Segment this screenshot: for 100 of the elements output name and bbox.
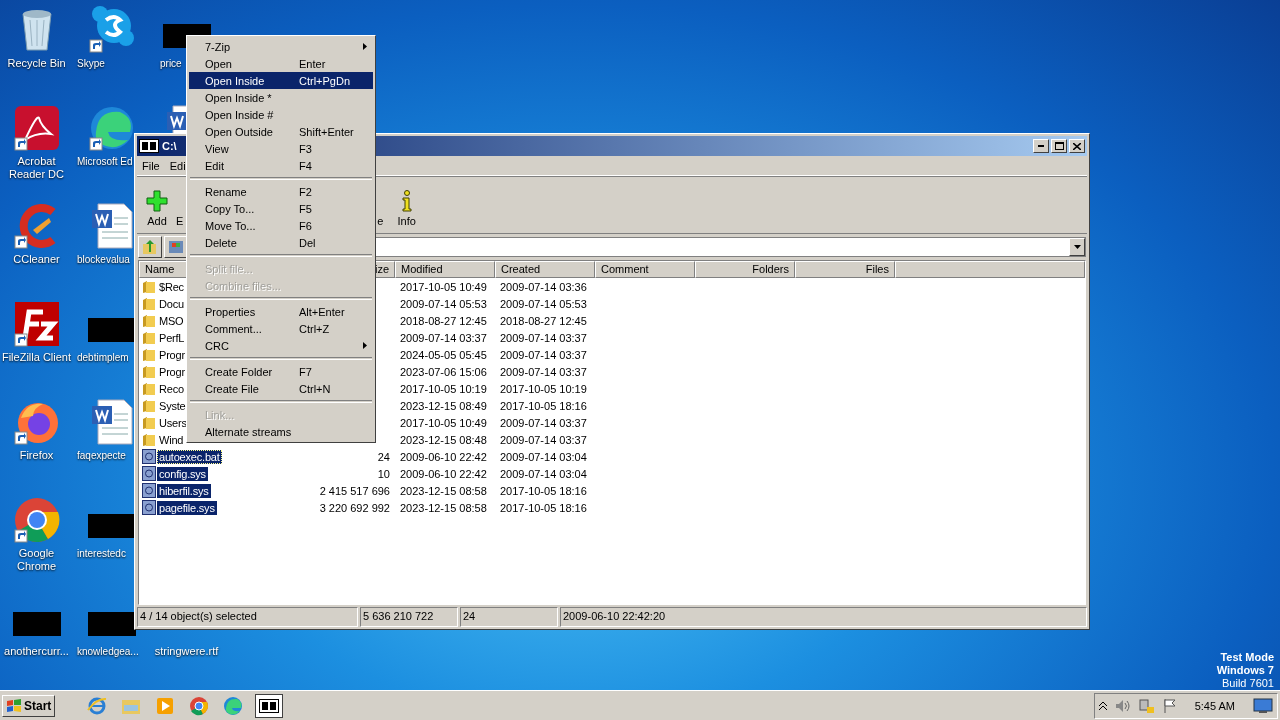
file-name[interactable]: $Rec <box>157 279 186 294</box>
archive-app-icon[interactable] <box>139 139 159 153</box>
file-name[interactable]: MSO <box>157 313 186 328</box>
menu-item[interactable]: Open Outside Shift+Enter <box>189 123 373 140</box>
close-button[interactable] <box>1069 139 1085 153</box>
desktop-icon-label[interactable]: anothercurr... <box>4 645 69 658</box>
desktop-icon-label[interactable]: Recycle Bin <box>7 57 66 70</box>
file-name[interactable]: Progr <box>157 364 187 379</box>
desktop-icon-label[interactable]: Acrobat Reader DC <box>0 155 74 181</box>
system-watermark-text: Build 7601 <box>1222 677 1274 690</box>
size-cell-text: 24 <box>376 450 391 463</box>
file-name[interactable]: autoexec.bat <box>157 449 222 464</box>
submenu-arrow-icon <box>363 342 367 349</box>
menu-item[interactable]: Move To... F6 <box>189 217 373 234</box>
speaker-icon[interactable] <box>1114 698 1131 713</box>
desktop-icon-label[interactable]: faqexpecte <box>77 449 126 462</box>
menu-item[interactable]: Copy To... F5 <box>189 200 373 217</box>
modified-cell-text: 2018-08-27 12:45 <box>399 314 488 327</box>
flag-icon[interactable] <box>1162 697 1177 714</box>
menu-item[interactable]: Edit F4 <box>189 157 373 174</box>
file-name[interactable]: Users <box>157 415 189 430</box>
file-name[interactable]: Docu <box>157 296 186 311</box>
minimize-button[interactable] <box>1033 139 1049 153</box>
desktop-icon-label[interactable]: FileZilla Client <box>1 351 72 364</box>
desktop-icon-label[interactable]: Skype <box>77 57 105 70</box>
column-header[interactable]: Comment <box>595 261 695 278</box>
menu-item[interactable]: Open Enter <box>189 55 373 72</box>
toolbar-button[interactable]: Info <box>394 190 419 227</box>
menu-item[interactable]: Rename F2 <box>189 183 373 200</box>
file-name[interactable]: config.sys <box>157 466 208 481</box>
toolbar-button[interactable]: E <box>173 215 187 227</box>
menu-item[interactable]: Comment... Ctrl+Z <box>189 320 373 337</box>
toolbar-button[interactable]: e <box>374 215 387 227</box>
column-header[interactable]: Files <box>795 261 895 278</box>
archive-app-icon[interactable] <box>259 698 280 713</box>
desktop-icon-label[interactable]: price <box>160 57 182 70</box>
up-folder-button[interactable] <box>138 236 162 258</box>
menu-item[interactable]: Open Inside # <box>189 106 373 123</box>
desktop-icon-label[interactable]: Microsoft Ed <box>77 155 133 168</box>
file-name[interactable]: Progr <box>157 347 187 362</box>
status-bar-field: 24 <box>460 607 558 627</box>
folder-icon <box>142 279 156 294</box>
chevron-up-icon[interactable] <box>1098 700 1107 711</box>
desktop-icon-label[interactable]: Google Chrome <box>0 547 74 573</box>
maximize-button[interactable] <box>1051 139 1067 153</box>
show-desktop-icon[interactable] <box>1253 697 1273 714</box>
desktop-icon-label[interactable]: debtimplem <box>77 351 129 364</box>
dropdown-button[interactable] <box>1069 238 1085 256</box>
modified-cell-text: 2017-10-05 10:49 <box>399 416 488 429</box>
menu-item[interactable]: CRC <box>189 337 373 354</box>
menu-item[interactable]: Create Folder F7 <box>189 363 373 380</box>
desktop-icon-label[interactable]: stringwere.rtf <box>154 645 219 658</box>
desktop-icon-label[interactable]: interestedc <box>77 547 126 560</box>
toolbar-button[interactable]: Add <box>143 190 171 227</box>
clock[interactable]: 5:45 AM <box>1194 699 1235 712</box>
submenu-arrow-icon <box>363 43 367 50</box>
network-icon[interactable] <box>1138 697 1155 714</box>
modified-cell-text: 2023-12-15 08:58 <box>399 484 488 497</box>
desktop-icon-label[interactable]: Firefox <box>19 449 54 462</box>
system-file-icon <box>142 449 156 464</box>
browser-icon <box>12 496 61 544</box>
modified-cell-text: 2017-10-05 10:19 <box>399 382 488 395</box>
menu-item[interactable]: Alternate streams <box>189 423 373 440</box>
taskbar-app-button[interactable] <box>255 693 284 718</box>
file-name[interactable]: PerfL <box>157 330 187 345</box>
column-header[interactable]: Created <box>495 261 595 278</box>
menu-item[interactable]: Delete Del <box>189 234 373 251</box>
created-cell-text: 2009-07-14 03:37 <box>499 416 588 429</box>
menu-item[interactable]: Open Inside Ctrl+PgDn <box>189 72 373 89</box>
system-file-icon <box>142 466 156 481</box>
chat-app-icon <box>87 6 136 54</box>
folder-icon <box>142 364 156 379</box>
created-cell-text: 2009-07-14 03:36 <box>499 280 588 293</box>
folder-icon <box>142 415 156 430</box>
desktop-icon-label[interactable]: knowledgea... <box>77 645 139 658</box>
folder-icon <box>142 398 156 413</box>
redacted-icon <box>87 318 136 342</box>
desktop-icon-label[interactable]: CCleaner <box>13 253 60 266</box>
menu-item[interactable]: Properties Alt+Enter <box>189 303 373 320</box>
close-icon <box>1073 142 1081 150</box>
file-name[interactable]: Syste <box>157 398 188 413</box>
start-button[interactable]: Start <box>2 694 56 717</box>
file-name[interactable]: Wind <box>157 432 186 447</box>
menu-item[interactable]: 7-Zip <box>189 38 373 55</box>
system-file-icon <box>142 483 156 498</box>
folder-icon <box>142 296 156 311</box>
column-header[interactable]: Folders <box>695 261 795 278</box>
created-cell-text: 2009-07-14 03:37 <box>499 433 588 446</box>
desktop-icon-label[interactable]: blockevalua <box>77 253 130 266</box>
folder-icon <box>142 381 156 396</box>
menu-item[interactable]: Open Inside * <box>189 89 373 106</box>
file-name[interactable]: hiberfil.sys <box>157 483 211 498</box>
column-header[interactable]: Modified <box>395 261 495 278</box>
file-name[interactable]: Reco <box>157 381 186 396</box>
menu-item[interactable]: View F3 <box>189 140 373 157</box>
file-name[interactable]: pagefile.sys <box>157 500 217 515</box>
modified-cell-text: 2023-07-06 15:06 <box>399 365 488 378</box>
created-cell-text: 2009-07-14 03:37 <box>499 331 588 344</box>
menu-item[interactable]: Create File Ctrl+N <box>189 380 373 397</box>
menu-item[interactable]: File <box>137 159 165 172</box>
